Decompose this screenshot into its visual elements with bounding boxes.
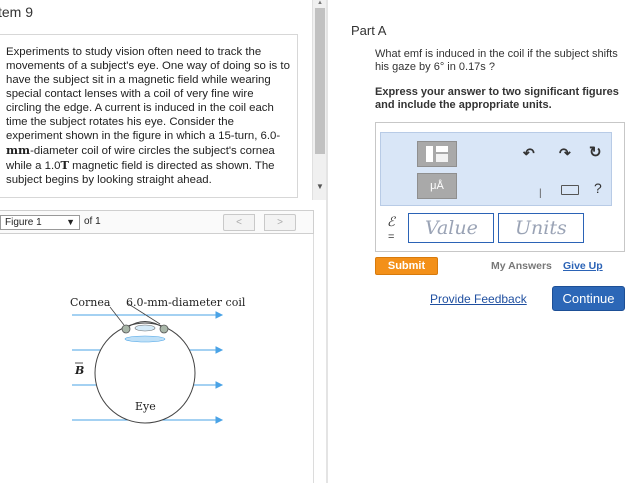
reset-icon[interactable]: ↻	[589, 143, 602, 161]
equation-toolbar: μÅ ↶ ↷ ↻ | ?	[380, 132, 612, 206]
cornea-leader-line	[109, 306, 125, 326]
coil-label: 6.0-mm-diameter coil	[126, 296, 246, 309]
figure-nav-bar: Figure 1 ▼ of 1 < >	[0, 210, 314, 234]
eye-coil-figure: Cornea 6.0-mm-diameter coil B Eye	[70, 296, 246, 424]
chevron-down-icon: ▼	[66, 217, 75, 227]
page: tem 9 Experiments to study vision often …	[0, 0, 627, 483]
cursor-icon: |	[539, 188, 542, 199]
units-input[interactable]: Units	[498, 213, 584, 243]
units-tool-button[interactable]: μÅ	[417, 173, 457, 199]
coil-left-end	[121, 324, 131, 334]
eye-label: Eye	[135, 400, 156, 413]
problem-text-1: Experiments to study vision often need t…	[6, 46, 290, 142]
question-text: What emf is induced in the coil if the s…	[375, 48, 618, 73]
value-input[interactable]: Value	[408, 213, 494, 243]
unit-mm: mm	[6, 143, 31, 157]
field-arrowhead-1	[215, 311, 224, 319]
template-button[interactable]	[417, 141, 457, 167]
continue-button[interactable]: Continue	[552, 286, 625, 311]
figure-select-value: Figure 1	[5, 217, 42, 228]
emf-symbol: ℰ	[387, 215, 395, 230]
field-b-label: B	[74, 364, 84, 377]
my-answers-link[interactable]: My Answers	[491, 260, 552, 272]
keyboard-icon[interactable]	[561, 185, 579, 195]
instruction-text: Express your answer to two significant f…	[375, 86, 619, 111]
item-title: tem 9	[0, 4, 34, 20]
give-up-link[interactable]: Give Up	[563, 260, 603, 272]
templates-icon	[426, 146, 448, 162]
redo-icon[interactable]: ↷	[559, 145, 571, 162]
figure-select[interactable]: Figure 1 ▼	[0, 215, 80, 230]
problem-statement: Experiments to study vision often need t…	[6, 45, 291, 187]
pane-divider[interactable]	[326, 0, 328, 483]
equals-sign: =	[388, 231, 395, 243]
answer-box: μÅ ↶ ↷ ↻ | ? ℰ = Value Units	[375, 122, 625, 252]
cornea-label: Cornea	[70, 296, 111, 309]
provide-feedback-link[interactable]: Provide Feedback	[430, 292, 527, 306]
scrollbar-thumb[interactable]	[315, 8, 325, 154]
figure-area: Cornea 6.0-mm-diameter coil B Eye	[0, 234, 314, 483]
problem-pane: tem 9 Experiments to study vision often …	[0, 0, 328, 483]
coil-top	[134, 324, 156, 332]
field-arrowhead-2	[215, 346, 224, 354]
scroll-down-icon[interactable]: ▼	[316, 182, 324, 191]
scroll-up-icon[interactable]: ▲	[317, 0, 323, 6]
problem-statement-box: Experiments to study vision often need t…	[0, 34, 298, 198]
previous-figure-button[interactable]: <	[223, 214, 255, 231]
problem-scrollbar[interactable]: ▲ ▼	[312, 0, 326, 200]
field-arrowhead-3	[215, 381, 224, 389]
answer-pane: Part A What emf is induced in the coil i…	[340, 0, 627, 483]
undo-icon[interactable]: ↶	[523, 145, 535, 162]
coil-right-end	[159, 324, 169, 334]
submit-button[interactable]: Submit	[375, 257, 438, 275]
field-arrowhead-4	[215, 416, 224, 424]
unit-tesla: T	[60, 158, 69, 172]
part-title: Part A	[351, 23, 387, 38]
help-icon[interactable]: ?	[594, 180, 602, 196]
contact-lens	[124, 335, 166, 343]
figure-count: of 1	[84, 216, 101, 227]
next-figure-button[interactable]: >	[264, 214, 296, 231]
